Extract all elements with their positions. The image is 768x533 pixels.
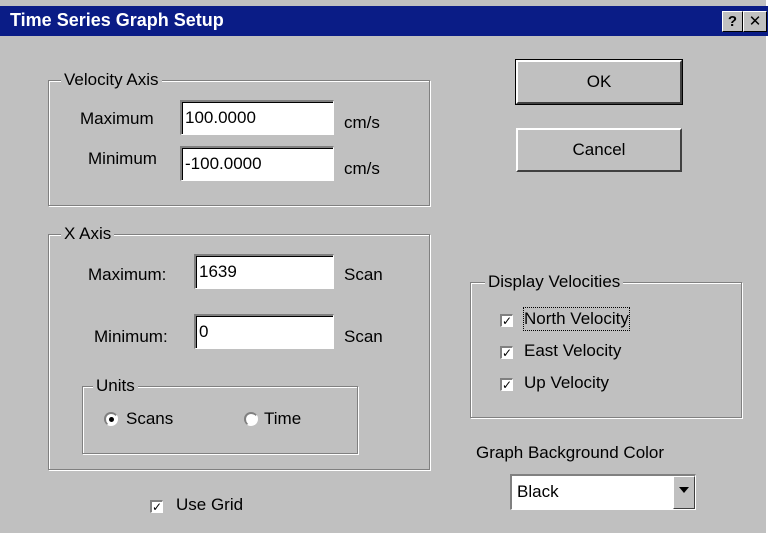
x-max-label: Maximum: (88, 265, 167, 284)
ok-button-label: OK (586, 72, 612, 91)
up-velocity-checkbox[interactable]: ✓ (500, 378, 513, 391)
units-scans-radio[interactable] (104, 412, 118, 426)
checkmark-icon: ✓ (502, 314, 513, 328)
window-title: Time Series Graph Setup (10, 10, 224, 30)
display-velocities-legend: Display Velocities (485, 272, 624, 292)
velocity-min-input[interactable] (180, 146, 334, 181)
help-icon: ? (727, 13, 738, 30)
cancel-button[interactable]: Cancel (516, 128, 682, 172)
checkmark-icon: ✓ (502, 378, 513, 392)
velocity-axis-group: Velocity Axis (48, 70, 430, 206)
help-button[interactable]: ? (722, 11, 743, 32)
north-velocity-checkbox[interactable]: ✓ (500, 314, 513, 327)
x-axis-legend: X Axis (61, 224, 115, 244)
time-series-graph-setup-dialog: Time Series Graph Setup ? ✕ Velocity Axi… (0, 0, 768, 533)
dropdown-button[interactable] (673, 476, 695, 509)
x-max-unit: Scan (344, 265, 383, 284)
use-grid-label[interactable]: Use Grid (176, 494, 243, 516)
units-group: Units (82, 376, 358, 454)
units-time-radio[interactable] (244, 412, 258, 426)
velocity-max-label: Maximum (80, 109, 154, 128)
title-bar[interactable]: Time Series Graph Setup ? ✕ (0, 6, 768, 36)
use-grid-checkbox[interactable]: ✓ (150, 500, 163, 513)
close-icon: ✕ (748, 13, 762, 30)
close-button[interactable]: ✕ (743, 11, 767, 32)
background-color-value: Black (517, 482, 559, 501)
north-velocity-label[interactable]: North Velocity (523, 307, 630, 331)
background-color-label: Graph Background Color (476, 443, 665, 462)
velocity-min-label: Minimum (88, 149, 157, 168)
units-scans-label[interactable]: Scans (126, 408, 173, 430)
checkmark-icon: ✓ (152, 500, 163, 514)
chevron-down-icon (679, 487, 689, 493)
ok-button[interactable]: OK (515, 59, 683, 105)
east-velocity-checkbox[interactable]: ✓ (500, 346, 513, 359)
x-min-label: Minimum: (94, 327, 168, 346)
up-velocity-label[interactable]: Up Velocity (524, 372, 609, 394)
velocity-axis-legend: Velocity Axis (61, 70, 162, 90)
east-velocity-label[interactable]: East Velocity (524, 340, 621, 362)
x-max-input[interactable] (194, 254, 334, 289)
x-min-input[interactable] (194, 314, 334, 349)
velocity-min-unit: cm/s (344, 159, 380, 178)
radio-selected-dot (109, 417, 114, 422)
x-min-unit: Scan (344, 327, 383, 346)
checkmark-icon: ✓ (502, 346, 513, 360)
units-legend: Units (93, 376, 138, 396)
velocity-max-unit: cm/s (344, 113, 380, 132)
background-color-select[interactable]: Black (510, 474, 696, 510)
velocity-max-input[interactable] (180, 100, 334, 135)
cancel-button-label: Cancel (572, 140, 626, 159)
units-time-label[interactable]: Time (264, 408, 301, 430)
